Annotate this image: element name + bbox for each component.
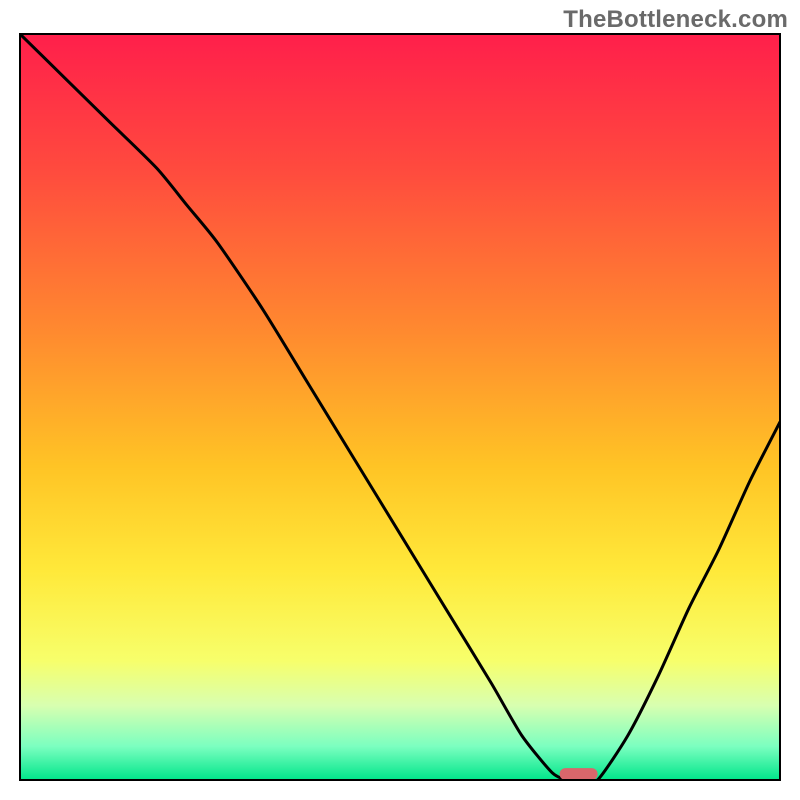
watermark-label: TheBottleneck.com [563, 6, 788, 34]
chart-container: TheBottleneck.com [0, 0, 800, 800]
optimal-range-marker [560, 768, 598, 780]
bottleneck-chart [0, 0, 800, 800]
